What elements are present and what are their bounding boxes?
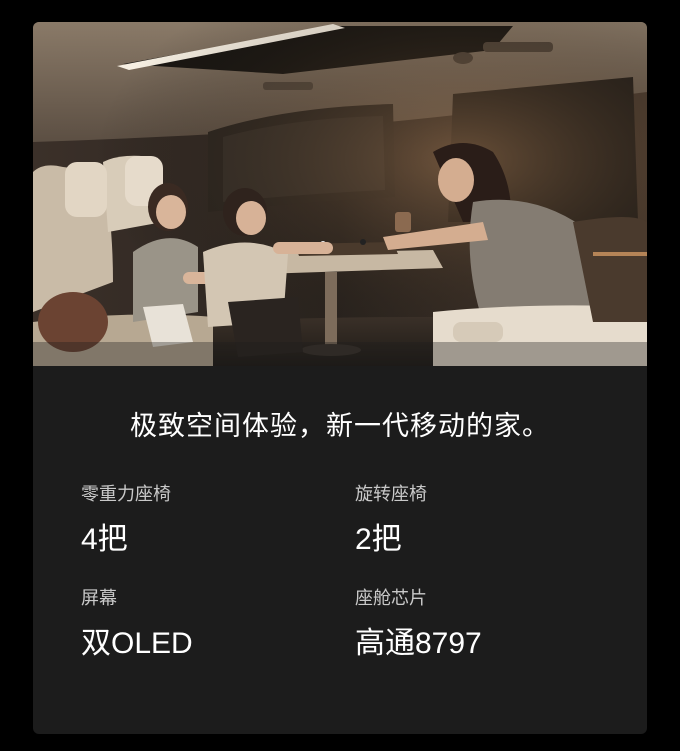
- spec-label: 旋转座椅: [355, 484, 427, 505]
- hero-image: [33, 22, 647, 366]
- feature-card: 极致空间体验，新一代移动的家。 零重力座椅 4把 旋转座椅 2把 屏幕 双OLE…: [33, 22, 647, 734]
- spec-value: 双OLED: [81, 627, 193, 660]
- spec-label: 屏幕: [81, 588, 117, 609]
- spec-zero-gravity-seats: 零重力座椅 4把: [81, 484, 321, 558]
- spec-value: 2把: [355, 523, 402, 556]
- tagline: 极致空间体验，新一代移动的家。: [130, 411, 550, 442]
- family-in-car-photo-icon: [33, 22, 647, 366]
- spec-label: 座舱芯片: [355, 588, 427, 609]
- spec-cockpit-chip: 座舱芯片 高通8797: [355, 588, 595, 662]
- spec-swivel-seats: 旋转座椅 2把: [355, 484, 595, 558]
- spec-label: 零重力座椅: [81, 484, 171, 505]
- spec-value: 4把: [81, 523, 128, 556]
- spec-value: 高通8797: [355, 627, 482, 660]
- spec-screen: 屏幕 双OLED: [81, 588, 321, 662]
